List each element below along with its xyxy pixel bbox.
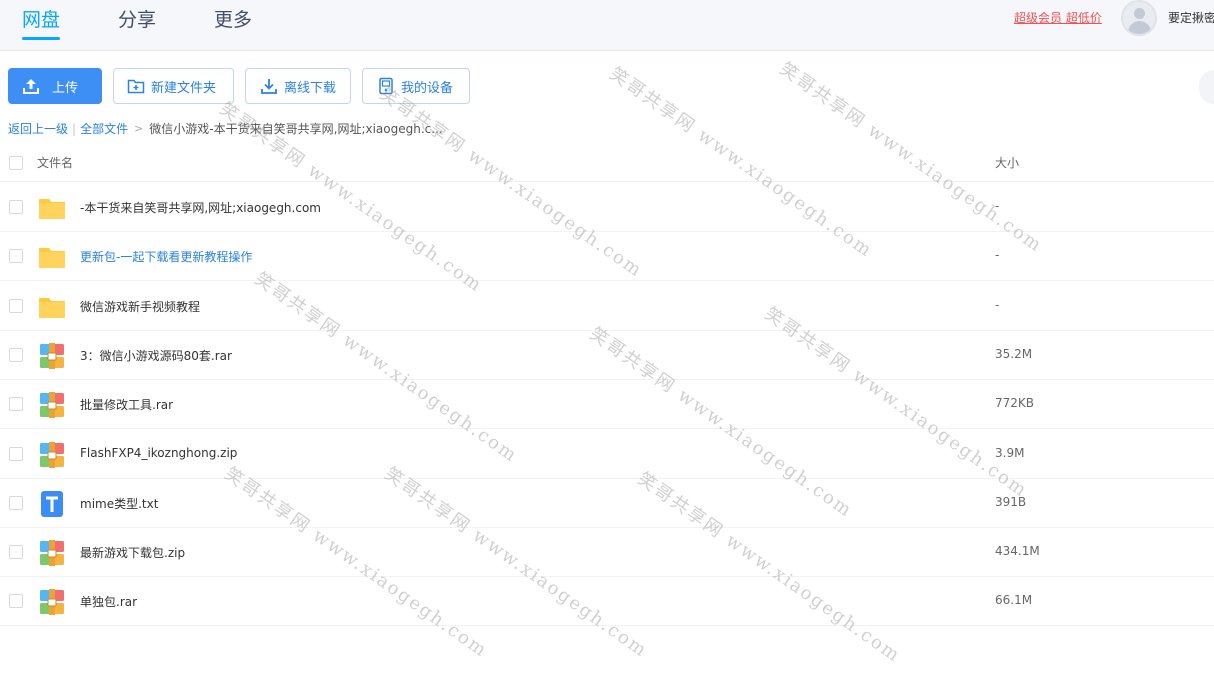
archive-icon <box>38 441 66 469</box>
file-size: 391B <box>995 495 1027 509</box>
column-header-name[interactable]: 文件名 <box>37 154 73 171</box>
breadcrumb: 返回上一级 | 全部文件 > 微信小游戏-本干货来自笑哥共享网,网址;xiaog… <box>8 120 443 137</box>
username[interactable]: 要定揪密 <box>1168 9 1214 26</box>
file-row[interactable]: 单独包.rar 66.1M <box>0 577 1214 626</box>
breadcrumb-all-files-link[interactable]: 全部文件 <box>80 120 128 137</box>
breadcrumb-current: 微信小游戏-本干货来自笑哥共享网,网址;xiaogegh.c... <box>149 122 443 136</box>
text-file-icon <box>38 490 66 518</box>
file-name[interactable]: 最新游戏下载包.zip <box>80 544 185 561</box>
file-size: 772KB <box>995 396 1035 410</box>
avatar[interactable] <box>1121 0 1157 36</box>
file-name[interactable]: 更新包-一起下载看更新教程操作 <box>80 248 252 265</box>
file-row[interactable]: FlashFXP4_ikoznghong.zip 3.9M <box>0 430 1214 479</box>
breadcrumb-arrow: > <box>134 122 144 135</box>
file-row[interactable]: 更新包-一起下载看更新教程操作 - <box>0 232 1214 281</box>
device-icon <box>379 77 393 95</box>
file-row[interactable]: -本干货来自笑哥共享网,网址;xiaogegh.com - <box>0 183 1214 232</box>
file-size: 3.9M <box>995 446 1025 460</box>
new-folder-label: 新建文件夹 <box>151 80 217 96</box>
file-size: 66.1M <box>995 593 1033 607</box>
row-checkbox[interactable] <box>9 299 23 313</box>
file-size: 434.1M <box>995 544 1040 558</box>
download-icon <box>261 79 277 94</box>
file-row[interactable]: 批量修改工具.rar 772KB <box>0 380 1214 429</box>
avatar-head-shape <box>1134 8 1145 19</box>
upload-icon <box>23 79 39 94</box>
file-size: - <box>995 199 1000 213</box>
file-list-header: 文件名 大小 <box>0 140 1214 182</box>
folder-icon <box>38 194 66 222</box>
offline-download-label: 离线下载 <box>284 80 337 96</box>
file-name[interactable]: 微信游戏新手视频教程 <box>80 298 200 315</box>
row-checkbox[interactable] <box>9 249 23 263</box>
file-name[interactable]: -本干货来自笑哥共享网,网址;xiaogegh.com <box>80 199 321 216</box>
archive-icon <box>38 588 66 616</box>
row-checkbox[interactable] <box>9 545 23 559</box>
upload-button[interactable]: 上传 <box>8 68 102 104</box>
breadcrumb-back-link[interactable]: 返回上一级 <box>8 120 68 137</box>
side-panel-toggle[interactable] <box>1199 70 1214 104</box>
archive-icon <box>38 539 66 567</box>
active-tab-indicator <box>22 37 60 40</box>
row-checkbox[interactable] <box>9 447 23 461</box>
file-row[interactable]: 最新游戏下载包.zip 434.1M <box>0 528 1214 577</box>
archive-icon <box>38 342 66 370</box>
row-checkbox[interactable] <box>9 200 23 214</box>
file-name[interactable]: mime类型.txt <box>80 495 158 512</box>
breadcrumb-separator: | <box>72 121 77 136</box>
vip-promo-link[interactable]: 超级会员 超低价 <box>1014 9 1102 26</box>
folder-plus-icon <box>127 79 145 94</box>
file-row[interactable]: mime类型.txt 391B <box>0 479 1214 528</box>
row-checkbox[interactable] <box>9 594 23 608</box>
top-nav-bar: 网盘 分享 更多 超级会员 超低价 要定揪密 <box>0 0 1214 51</box>
row-checkbox[interactable] <box>9 348 23 362</box>
select-all-checkbox[interactable] <box>9 156 23 170</box>
upload-label: 上传 <box>52 80 79 96</box>
file-row[interactable]: 3：微信小游戏源码80套.rar 35.2M <box>0 331 1214 380</box>
tab-more[interactable]: 更多 <box>214 5 252 32</box>
row-checkbox[interactable] <box>9 496 23 510</box>
file-name[interactable]: 批量修改工具.rar <box>80 396 173 413</box>
column-header-size[interactable]: 大小 <box>995 154 1019 171</box>
file-name[interactable]: 单独包.rar <box>80 593 137 610</box>
archive-icon <box>38 391 66 419</box>
file-name[interactable]: FlashFXP4_ikoznghong.zip <box>80 446 237 460</box>
my-devices-button[interactable]: 我的设备 <box>362 68 470 104</box>
tab-netdisk[interactable]: 网盘 <box>22 5 60 32</box>
file-name[interactable]: 3：微信小游戏源码80套.rar <box>80 347 232 364</box>
avatar-body-shape <box>1128 21 1151 34</box>
file-row[interactable]: 微信游戏新手视频教程 - <box>0 282 1214 331</box>
file-size: - <box>995 298 1000 312</box>
offline-download-button[interactable]: 离线下载 <box>245 68 351 104</box>
new-folder-button[interactable]: 新建文件夹 <box>113 68 234 104</box>
my-devices-label: 我的设备 <box>401 80 454 96</box>
file-size: 35.2M <box>995 347 1033 361</box>
row-checkbox[interactable] <box>9 397 23 411</box>
folder-icon <box>38 293 66 321</box>
folder-icon <box>38 243 66 271</box>
tab-share[interactable]: 分享 <box>118 5 156 32</box>
file-size: - <box>995 248 1000 262</box>
